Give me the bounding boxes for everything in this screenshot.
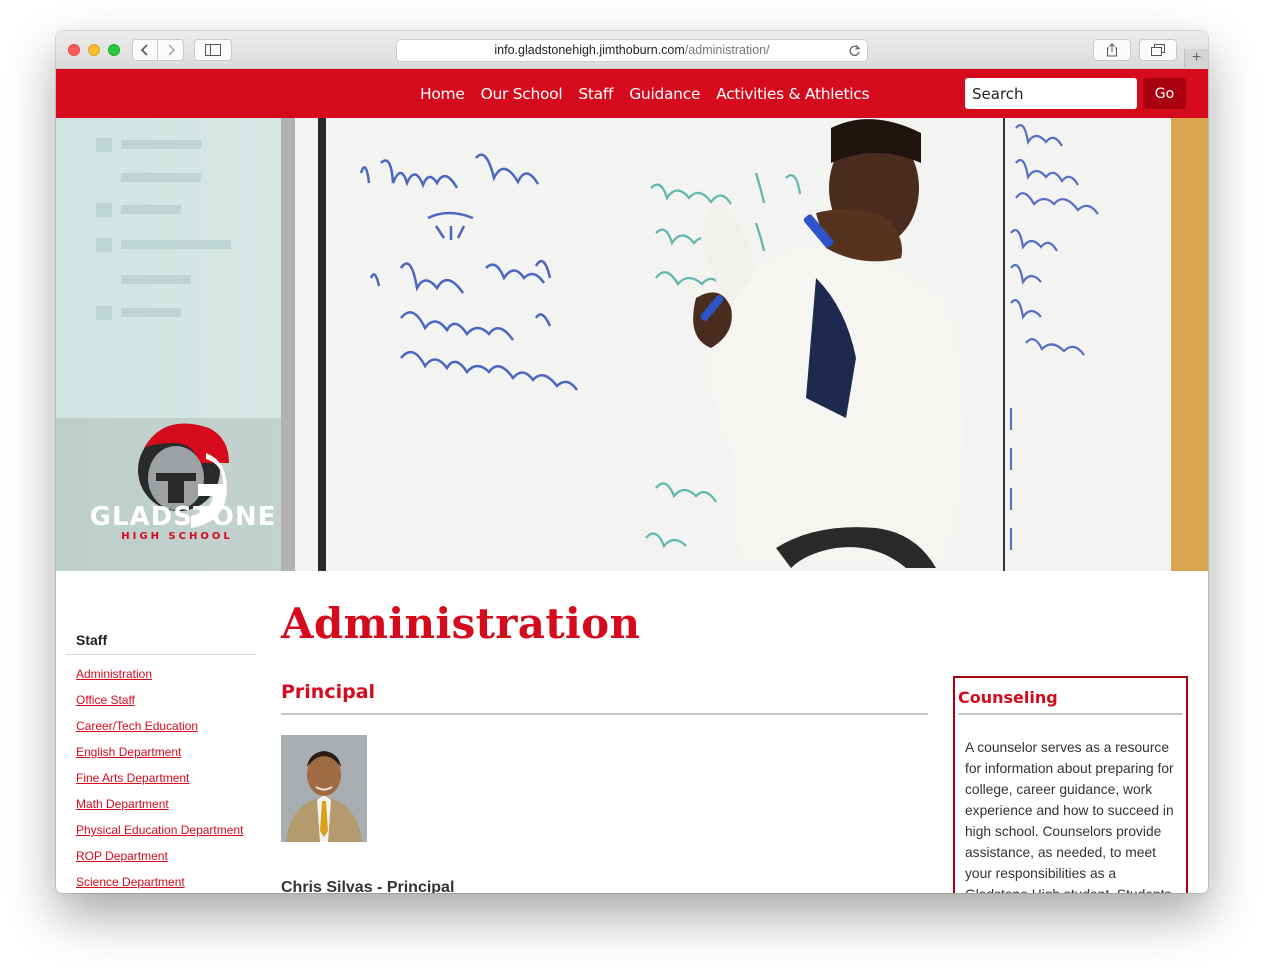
nav-link-our-school[interactable]: Our School [481, 85, 563, 103]
nav-link-guidance[interactable]: Guidance [629, 85, 700, 103]
counseling-box: Counseling A counselor serves as a resou… [953, 676, 1188, 893]
url-host: info.gladstonehigh.jimthoburn.com [494, 43, 685, 57]
title-bar: info.gladstonehigh.jimthoburn.com/admini… [56, 31, 1208, 69]
sidebar-link-rop-department[interactable]: ROP Department [66, 843, 256, 869]
tabs-overview-button[interactable] [1139, 39, 1177, 61]
counseling-title: Counseling [958, 688, 1182, 715]
counseling-text: A counselor serves as a resource for inf… [965, 740, 1174, 893]
sidebar-link-science-department[interactable]: Science Department [66, 869, 256, 893]
page-title: Administration [281, 599, 641, 648]
sidebar-icon [205, 44, 221, 56]
sidebar-link-fine-arts-department[interactable]: Fine Arts Department [66, 765, 256, 791]
sidebar-link-physical-education-department[interactable]: Physical Education Department [66, 817, 256, 843]
chevron-right-icon [167, 44, 175, 56]
nav-link-home[interactable]: Home [420, 85, 465, 103]
sidebar-link-english-department[interactable]: English Department [66, 739, 256, 765]
close-window-button[interactable] [68, 44, 80, 56]
site-navbar: Home Our School Staff Guidance Activitie… [56, 69, 1208, 118]
school-logo-subtitle: HIGH SCHOOL [121, 531, 233, 542]
reload-icon[interactable] [848, 44, 861, 57]
sidebar-link-office-staff[interactable]: Office Staff [66, 687, 256, 713]
staff-sidebar: Staff Administration Office Staff Career… [66, 632, 256, 893]
zoom-window-button[interactable] [108, 44, 120, 56]
new-tab-button[interactable]: + [1184, 49, 1208, 69]
tabs-icon [1151, 44, 1165, 56]
browser-window: info.gladstonehigh.jimthoburn.com/admini… [56, 31, 1208, 893]
nav-link-activities-athletics[interactable]: Activities & Athletics [716, 85, 869, 103]
section-heading-principal: Principal [281, 681, 928, 715]
search-go-button[interactable]: Go [1143, 78, 1186, 109]
search-input[interactable] [965, 78, 1137, 109]
sidebar-toggle-button[interactable] [194, 39, 232, 61]
share-icon [1107, 43, 1117, 57]
forward-button[interactable] [157, 39, 184, 61]
hero-banner: GLADSTONE HIGH SCHOOL [56, 118, 1208, 571]
sidebar-link-math-department[interactable]: Math Department [66, 791, 256, 817]
principal-name: Chris Silvas - Principal [281, 879, 455, 893]
minimize-window-button[interactable] [88, 44, 100, 56]
sidebar-link-administration[interactable]: Administration [66, 661, 256, 687]
url-path: /administration/ [684, 43, 770, 57]
sidebar-link-career-tech-education[interactable]: Career/Tech Education [66, 713, 256, 739]
chevron-left-icon [140, 44, 148, 56]
main-nav: Home Our School Staff Guidance Activitie… [420, 69, 885, 118]
share-button[interactable] [1093, 39, 1131, 61]
back-button[interactable] [132, 39, 158, 61]
principal-photo [281, 735, 367, 842]
school-logo-name: GLADSTONE [89, 502, 277, 532]
nav-link-staff[interactable]: Staff [578, 85, 613, 103]
address-bar[interactable]: info.gladstonehigh.jimthoburn.com/admini… [396, 39, 868, 62]
sidebar-title: Staff [66, 632, 256, 655]
